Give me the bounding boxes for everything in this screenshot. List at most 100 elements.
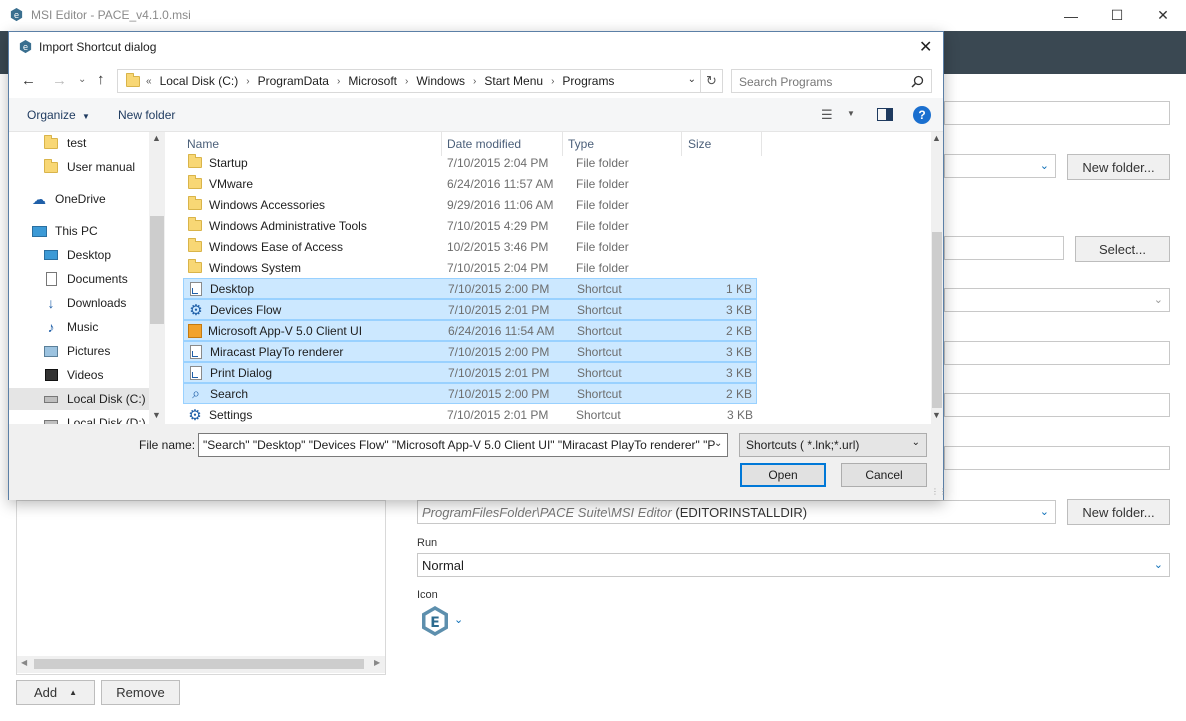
folder-icon: [187, 175, 203, 192]
view-options-caret-icon[interactable]: ▼: [847, 109, 855, 118]
folder-dropdown[interactable]: ⌄: [944, 154, 1056, 178]
open-button[interactable]: Open: [740, 463, 826, 487]
nav-item-documents[interactable]: Documents: [9, 268, 149, 290]
scroll-down-icon[interactable]: ▼: [932, 410, 941, 420]
name-field[interactable]: [944, 101, 1170, 125]
file-row[interactable]: Miracast PlayTo renderer 7/10/2015 2:00 P…: [183, 341, 757, 362]
file-row[interactable]: ⌕ Search 7/10/2015 2:00 PM Shortcut 2 KB: [183, 383, 757, 404]
run-dropdown[interactable]: Normal ⌄: [417, 553, 1170, 577]
file-row[interactable]: Windows System 7/10/2015 2:04 PM File fold…: [183, 257, 757, 278]
new-folder-button[interactable]: New folder...: [1067, 499, 1170, 525]
folder-icon: [187, 217, 203, 234]
music-icon: ♪: [47, 319, 55, 335]
back-arrow-icon[interactable]: ←: [21, 72, 36, 89]
add-button[interactable]: Add ▲: [16, 680, 95, 705]
breadcrumb-separator-icon[interactable]: ›: [473, 76, 476, 87]
scroll-right-icon[interactable]: ▶: [374, 658, 380, 667]
new-folder-toolbar-button[interactable]: New folder: [118, 108, 175, 122]
file-list-scrollbar[interactable]: ▲ ▼: [931, 132, 943, 424]
file-type: File folder: [576, 260, 629, 275]
refresh-icon[interactable]: ↻: [700, 70, 722, 92]
file-name-input[interactable]: "Search" "Desktop" "Devices Flow" "Micro…: [198, 433, 728, 457]
scroll-down-icon[interactable]: ▼: [152, 410, 161, 420]
breadcrumb-overflow[interactable]: «: [146, 76, 152, 87]
file-row[interactable]: Desktop 7/10/2015 2:00 PM Shortcut 1 KB: [183, 278, 757, 299]
minimize-button[interactable]: —: [1048, 0, 1094, 31]
file-row[interactable]: Startup 7/10/2015 2:04 PM File folder: [183, 152, 757, 173]
recent-locations-chevron-icon[interactable]: ⌄: [78, 74, 86, 85]
file-row[interactable]: ⚙ Settings 7/10/2015 2:01 PM Shortcut 3 KB: [183, 404, 757, 424]
breadcrumb-separator-icon[interactable]: ›: [246, 76, 249, 87]
file-row[interactable]: ⚙ Devices Flow 7/10/2015 2:01 PM Shortcut 3 …: [183, 299, 757, 320]
file-row[interactable]: Print Dialog 7/10/2015 2:01 PM Shortcut 3 K…: [183, 362, 757, 383]
address-bar[interactable]: « Local Disk (C:) › ProgramData › Micros…: [117, 69, 723, 93]
nav-item-user-manual[interactable]: User manual: [9, 156, 149, 178]
address-history-chevron-icon[interactable]: ⌄: [688, 74, 696, 85]
breadcrumb-item[interactable]: ProgramData: [258, 74, 329, 88]
dialog-close-button[interactable]: ✕: [919, 37, 932, 57]
search-input[interactable]: Search Programs: [731, 69, 932, 93]
nav-item-music[interactable]: ♪ Music: [9, 316, 149, 338]
view-options-icon[interactable]: ☰: [821, 107, 833, 123]
icon-chevron-down-icon[interactable]: ⌄: [454, 613, 463, 626]
scroll-up-icon[interactable]: ▲: [152, 133, 161, 143]
nav-item-videos[interactable]: Videos: [9, 364, 149, 386]
file-type-filter[interactable]: Shortcuts ( *.lnk;*.url) ⌄: [739, 433, 927, 457]
breadcrumb-item[interactable]: Programs: [562, 74, 614, 88]
pictures-icon: [43, 344, 59, 358]
file-row[interactable]: VMware 6/24/2016 11:57 AM File folder: [183, 173, 757, 194]
nav-item-test[interactable]: test: [9, 132, 149, 154]
target-dropdown[interactable]: ⌄: [944, 288, 1170, 312]
shortcut-list[interactable]: [16, 500, 386, 675]
breadcrumb-item[interactable]: Microsoft: [348, 74, 397, 88]
scrollbar-thumb[interactable]: [34, 659, 364, 669]
nav-scrollbar[interactable]: ▲ ▼: [149, 132, 165, 424]
close-window-button[interactable]: ✕: [1140, 0, 1186, 31]
nav-item-local-disk-c[interactable]: Local Disk (C:): [9, 388, 149, 410]
new-folder-button-top[interactable]: New folder...: [1067, 154, 1170, 180]
select-button[interactable]: Select...: [1075, 236, 1170, 262]
forward-arrow-icon[interactable]: →: [52, 72, 67, 89]
file-row[interactable]: Microsoft App-V 5.0 Client UI 6/24/2016 1…: [183, 320, 757, 341]
cancel-button[interactable]: Cancel: [841, 463, 927, 487]
remove-button[interactable]: Remove: [101, 680, 180, 705]
arguments-field[interactable]: [944, 341, 1170, 365]
shortcut-icon-preview[interactable]: E: [420, 605, 450, 637]
scrollbar-thumb[interactable]: [150, 216, 164, 324]
breadcrumb-item[interactable]: Local Disk (C:): [160, 74, 239, 88]
file-date: 7/10/2015 2:04 PM: [447, 260, 549, 275]
scroll-up-icon[interactable]: ▲: [932, 133, 941, 143]
file-row[interactable]: Windows Accessories 9/29/2016 11:06 AM Fil…: [183, 194, 757, 215]
breadcrumb-item[interactable]: Windows: [416, 74, 465, 88]
help-icon[interactable]: ?: [913, 106, 931, 124]
file-name-chevron-icon[interactable]: ⌄: [714, 438, 722, 449]
install-dir-dropdown[interactable]: ProgramFilesFolder\PACE Suite\MSI Editor…: [417, 500, 1056, 524]
maximize-button[interactable]: ☐: [1094, 0, 1140, 31]
breadcrumb-separator-icon[interactable]: ›: [337, 76, 340, 87]
resize-grip-icon[interactable]: ⋮⋮: [931, 487, 947, 496]
nav-item-onedrive[interactable]: ☁ OneDrive: [9, 188, 149, 210]
scroll-left-icon[interactable]: ◀: [21, 658, 27, 667]
breadcrumb-separator-icon[interactable]: ›: [405, 76, 408, 87]
preview-pane-icon[interactable]: [877, 108, 893, 121]
organize-menu[interactable]: Organize ▼: [27, 108, 90, 122]
up-arrow-icon[interactable]: ↑: [97, 71, 105, 88]
target-field[interactable]: [944, 236, 1064, 260]
search-icon[interactable]: [911, 75, 924, 88]
description-field[interactable]: [944, 393, 1170, 417]
nav-item-local-disk-d[interactable]: Local Disk (D:): [9, 412, 149, 424]
nav-item-this-pc[interactable]: This PC: [9, 220, 149, 242]
scrollbar-thumb[interactable]: [932, 232, 942, 408]
nav-item-pictures[interactable]: Pictures: [9, 340, 149, 362]
file-size: 1 KB: [725, 281, 752, 296]
file-row[interactable]: Windows Ease of Access 10/2/2015 3:46 PM F…: [183, 236, 757, 257]
breadcrumb-item[interactable]: Start Menu: [484, 74, 543, 88]
file-name-cell: Windows Ease of Access: [187, 238, 343, 255]
nav-item-desktop[interactable]: Desktop: [9, 244, 149, 266]
breadcrumb-separator-icon[interactable]: ›: [551, 76, 554, 87]
file-row[interactable]: Windows Administrative Tools 7/10/2015 4:…: [183, 215, 757, 236]
column-divider[interactable]: [761, 132, 762, 156]
nav-item-downloads[interactable]: ↓ Downloads: [9, 292, 149, 314]
caret-down-icon: ▼: [82, 112, 90, 121]
hotkey-field[interactable]: [944, 446, 1170, 470]
